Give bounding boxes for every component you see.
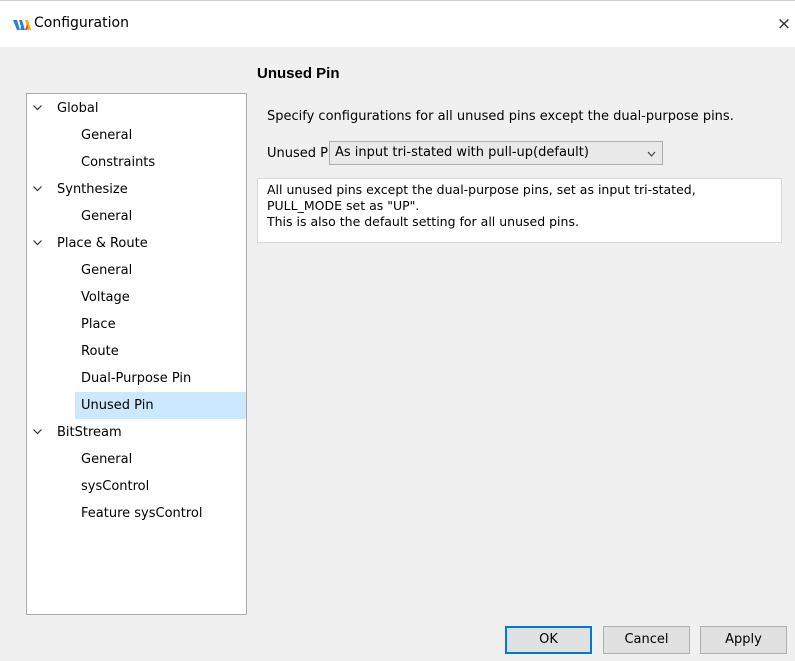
tree-item-label: Voltage	[81, 290, 130, 305]
gowin-logo-icon	[13, 20, 31, 30]
tree-group[interactable]: Synthesize	[27, 176, 246, 203]
tree-group[interactable]: BitStream	[27, 419, 246, 446]
title-bar: Configuration ×	[0, 0, 795, 47]
tree-item-label: Place & Route	[57, 236, 148, 251]
tree-item-label: Synthesize	[57, 182, 128, 197]
tree-item[interactable]: General	[75, 203, 246, 230]
chevron-down-icon[interactable]	[32, 102, 43, 113]
ok-button[interactable]: OK	[505, 626, 592, 654]
tree-item-label: General	[81, 263, 133, 278]
close-button[interactable]: ×	[773, 7, 795, 41]
tree-item-label: General	[81, 128, 133, 143]
window-title: Configuration	[34, 15, 129, 31]
tree-item[interactable]: Constraints	[75, 149, 246, 176]
tree-item[interactable]: Dual-Purpose Pin	[75, 365, 246, 392]
tree-item[interactable]: General	[75, 122, 246, 149]
tree-group[interactable]: Global	[27, 95, 246, 122]
info-line-2: PULL_MODE set as "UP".	[267, 198, 420, 213]
close-icon: ×	[776, 14, 792, 34]
chevron-down-icon[interactable]	[32, 183, 43, 194]
tree-item-label: Constraints	[81, 155, 156, 170]
apply-button[interactable]: Apply	[700, 626, 787, 654]
tree-item-label: Unused Pin	[81, 398, 154, 413]
tree-item[interactable]: sysControl	[75, 473, 246, 500]
tree-item-label: Place	[81, 317, 116, 332]
tree-item[interactable]: Unused Pin	[75, 392, 246, 419]
tree-item-label: General	[81, 452, 133, 467]
unused-pin-select-value: As input tri-stated with pull-up(default…	[335, 145, 589, 160]
tree-item-label: Feature sysControl	[81, 506, 203, 521]
page-title: Unused Pin	[257, 65, 340, 82]
tree-item-label: Route	[81, 344, 119, 359]
cancel-button[interactable]: Cancel	[603, 626, 690, 654]
tree-item-label: General	[81, 209, 133, 224]
tree-item[interactable]: Feature sysControl	[75, 500, 246, 527]
settings-tree[interactable]: Global General Constraints Synthesize Genera…	[26, 93, 247, 615]
tree-item[interactable]: Voltage	[75, 284, 246, 311]
chevron-down-icon	[647, 151, 656, 157]
info-box: All unused pins except the dual-purpose …	[257, 178, 782, 243]
info-line-1: All unused pins except the dual-purpose …	[267, 182, 696, 197]
description-text: Specify configurations for all unused pi…	[267, 109, 734, 124]
tree-item[interactable]: General	[75, 446, 246, 473]
tree-item[interactable]: Place	[75, 311, 246, 338]
tree-item-label: BitStream	[57, 425, 122, 440]
tree-item-label: sysControl	[81, 479, 150, 494]
tree-item[interactable]: General	[75, 257, 246, 284]
unused-pin-select[interactable]: As input tri-stated with pull-up(default…	[329, 141, 663, 165]
chevron-down-icon[interactable]	[32, 426, 43, 437]
info-line-3: This is also the default setting for all…	[267, 214, 579, 229]
tree-item[interactable]: Route	[75, 338, 246, 365]
tree-item-label: Dual-Purpose Pin	[81, 371, 192, 386]
chevron-down-icon[interactable]	[32, 237, 43, 248]
tree-item-label: Global	[57, 101, 99, 116]
tree-group[interactable]: Place & Route	[27, 230, 246, 257]
